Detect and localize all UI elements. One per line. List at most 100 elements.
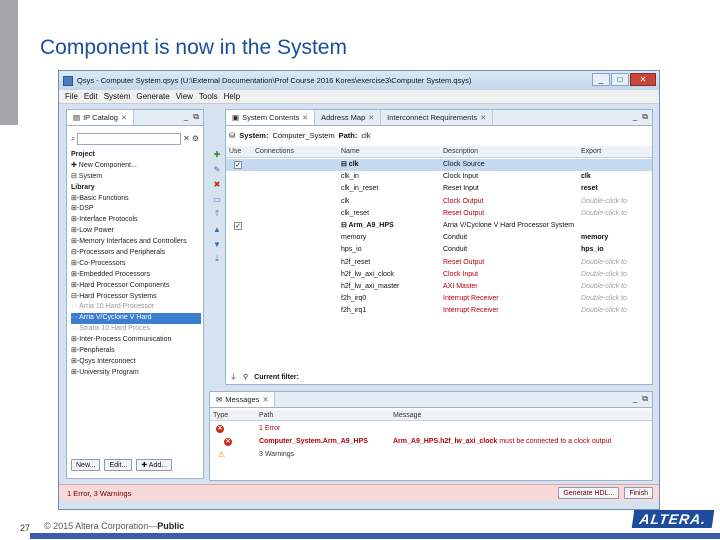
tree-item[interactable]: ⊞-University Program xyxy=(71,368,201,379)
edit-component-button[interactable]: Edit... xyxy=(104,459,133,471)
export-cell[interactable]: Double-click to xyxy=(578,208,652,220)
minimize-panel-icon[interactable]: _ xyxy=(633,394,637,404)
menu-file[interactable]: File xyxy=(65,92,78,101)
close-icon[interactable]: ✕ xyxy=(368,114,374,122)
export-cell[interactable]: Double-click to xyxy=(578,257,652,269)
add-icon[interactable]: ✚ xyxy=(211,149,223,159)
menu-generate[interactable]: Generate xyxy=(136,92,169,101)
message-row[interactable]: ✕ Computer_System.Arm_A9_HPS Arm_A9_HPS.h2… xyxy=(210,436,652,448)
clear-icon[interactable]: ✕ xyxy=(183,134,190,143)
minimize-panel-icon[interactable]: _ xyxy=(184,112,188,122)
tree-item[interactable]: ⊞-Low Power xyxy=(71,226,201,237)
tab-interconnect-requirements[interactable]: Interconnect Requirements ✕ xyxy=(381,110,494,125)
new-component-button[interactable]: New... xyxy=(71,459,101,471)
tree-item[interactable]: ⊞-DSP xyxy=(71,204,201,215)
tree-item[interactable]: ✚ New Component... xyxy=(71,161,201,172)
export-cell[interactable]: Double-click to xyxy=(578,269,652,281)
table-row[interactable]: clk_reset Reset Output Double-click to xyxy=(226,208,652,220)
export-cell[interactable]: Double-click to xyxy=(578,293,652,305)
close-icon[interactable]: ✕ xyxy=(302,114,308,122)
tree-item[interactable]: ⊞-Peripherals xyxy=(71,346,201,357)
settings-icon[interactable]: ⚙ xyxy=(192,134,199,143)
close-icon[interactable]: ✕ xyxy=(480,114,486,122)
move-up-icon[interactable]: ▲ xyxy=(211,224,223,234)
move-down-icon[interactable]: ▼ xyxy=(211,239,223,249)
table-row[interactable]: ✓ ⊟ Arm_A9_HPS Arria V/Cyclone V Hard Proc… xyxy=(226,220,652,232)
use-checkbox[interactable]: ✓ xyxy=(234,161,242,169)
table-row[interactable]: f2h_irq0 Interrupt Receiver Double-click t… xyxy=(226,293,652,305)
highlight-icon[interactable]: ⚲ xyxy=(243,373,248,381)
close-icon[interactable]: ✕ xyxy=(121,114,127,122)
export-cell[interactable] xyxy=(578,159,652,171)
close-icon[interactable]: ✕ xyxy=(262,396,268,404)
float-panel-icon[interactable]: ⧉ xyxy=(642,394,648,404)
tree-item[interactable]: ⊞-Basic Functions xyxy=(71,194,201,205)
export-cell[interactable]: Double-click to xyxy=(578,196,652,208)
tab-messages[interactable]: ✉ Messages ✕ xyxy=(210,392,276,407)
table-row[interactable]: h2f_lw_axi_master AXI Master Double-click … xyxy=(226,281,652,293)
tab-ip-catalog[interactable]: ▤ IP Catalog ✕ xyxy=(67,110,134,125)
finish-button[interactable]: Finish xyxy=(624,487,653,499)
ip-search-input[interactable] xyxy=(77,132,182,145)
column-message[interactable]: Message xyxy=(390,410,640,421)
export-cell[interactable]: Double-click to xyxy=(578,305,652,317)
tree-item[interactable]: ⊞-Interface Protocols xyxy=(71,215,201,226)
export-cell[interactable]: Double-click to xyxy=(578,281,652,293)
tree-item[interactable]: ⊟ System xyxy=(71,172,201,183)
table-row[interactable]: memory Conduit memory xyxy=(226,232,652,244)
column-use[interactable]: Use xyxy=(226,146,250,158)
column-path[interactable]: Path xyxy=(256,410,388,421)
column-description[interactable]: Description xyxy=(440,146,576,158)
menu-tools[interactable]: Tools xyxy=(199,92,218,101)
tree-item[interactable]: ⊞-Qsys Interconnect xyxy=(71,357,201,368)
tree-item[interactable]: ⊟-Hard Processor Systems xyxy=(71,292,201,303)
close-button[interactable]: ✕ xyxy=(630,73,656,86)
table-row[interactable]: clk_in_reset Reset Input reset xyxy=(226,183,652,195)
menu-view[interactable]: View xyxy=(176,92,193,101)
tree-item[interactable]: ⊟-Processors and Peripherals xyxy=(71,248,201,259)
tree-item[interactable]: Library xyxy=(71,183,201,194)
tree-item[interactable]: Project xyxy=(71,150,201,161)
table-row[interactable]: hps_io Conduit hps_io xyxy=(226,244,652,256)
table-row[interactable]: h2f_lw_axi_clock Clock Input Double-click … xyxy=(226,269,652,281)
column-connections[interactable]: Connections xyxy=(252,146,334,158)
export-cell[interactable]: memory xyxy=(578,232,652,244)
tree-item[interactable]: ⊞-Embedded Processors xyxy=(71,270,201,281)
message-row[interactable]: ⚠ 3 Warnings xyxy=(210,449,652,461)
move-bottom-icon[interactable]: ⤓ xyxy=(211,254,223,264)
comment-icon[interactable]: ▭ xyxy=(211,194,223,204)
table-row[interactable]: clk Clock Output Double-click to xyxy=(226,196,652,208)
maximize-button[interactable]: □ xyxy=(611,73,629,86)
table-row[interactable]: ✓ ⊟ clk Clock Source xyxy=(226,159,652,172)
column-name[interactable]: Name xyxy=(338,146,438,158)
table-row[interactable]: clk_in Clock Input clk xyxy=(226,171,652,183)
add-component-button[interactable]: ✚ Add... xyxy=(136,459,173,471)
menu-system[interactable]: System xyxy=(104,92,131,101)
tree-item[interactable]: ⊞-Memory Interfaces and Controllers xyxy=(71,237,201,248)
tree-item[interactable]: ⊞-Inter-Process Communication xyxy=(71,335,201,346)
float-panel-icon[interactable]: ⧉ xyxy=(193,112,199,122)
minimize-panel-icon[interactable]: _ xyxy=(633,112,637,122)
tree-item[interactable]: · · Stratix 10 Hard Proces xyxy=(71,324,201,335)
export-cell[interactable]: hps_io xyxy=(578,244,652,256)
minimize-button[interactable]: _ xyxy=(592,73,610,86)
message-row[interactable]: ✕ 1 Error xyxy=(210,423,652,435)
edit-icon[interactable]: ✎ xyxy=(211,164,223,174)
table-row[interactable]: f2h_irq1 Interrupt Receiver Double-click t… xyxy=(226,305,652,317)
tree-item[interactable]: · · Arria V/Cyclone V Hard xyxy=(71,313,201,325)
tab-system-contents[interactable]: ▣ System Contents ✕ xyxy=(226,110,316,125)
tree-item[interactable]: ⊞-Co-Processors xyxy=(71,259,201,270)
remove-icon[interactable]: ✖ xyxy=(211,179,223,189)
column-type[interactable]: Type xyxy=(210,410,254,421)
menu-edit[interactable]: Edit xyxy=(84,92,98,101)
use-checkbox[interactable]: ✓ xyxy=(234,222,242,230)
float-panel-icon[interactable]: ⧉ xyxy=(642,112,648,122)
window-titlebar[interactable]: Qsys - Computer System.qsys (U:\External… xyxy=(59,71,659,90)
tree-item[interactable]: ⊞-Hard Processor Components xyxy=(71,281,201,292)
filter-icon[interactable]: ⏚ xyxy=(230,372,237,382)
menu-help[interactable]: Help xyxy=(224,92,240,101)
table-row[interactable]: h2f_reset Reset Output Double-click to xyxy=(226,257,652,269)
column-export[interactable]: Export xyxy=(578,146,652,158)
move-top-icon[interactable]: ⤒ xyxy=(211,209,223,219)
export-cell[interactable]: reset xyxy=(578,183,652,195)
